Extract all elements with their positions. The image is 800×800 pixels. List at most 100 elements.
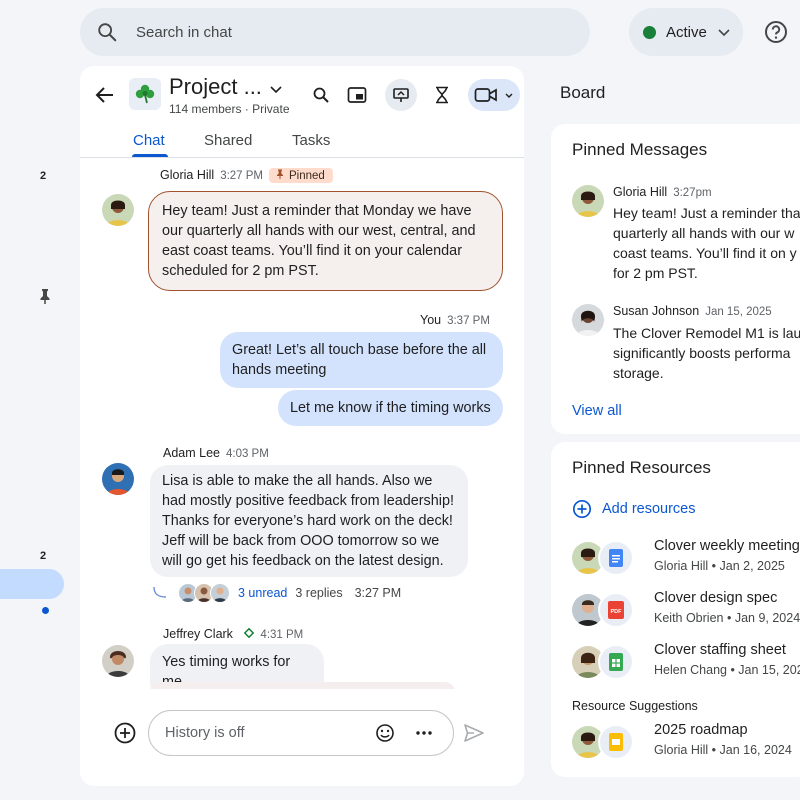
resource-meta: Gloria Hill • Jan 16, 2024 xyxy=(654,743,792,757)
message-header: Jeffrey Clark 4:31 PM xyxy=(163,627,303,641)
picture-in-picture-icon[interactable] xyxy=(344,82,370,108)
resource-item[interactable]: PDF Clover design spec Keith Obrien • Ja… xyxy=(572,590,800,630)
resource-item[interactable]: Clover staffing sheet Helen Chang • Jan … xyxy=(572,642,800,682)
docs-file-icon xyxy=(598,540,634,576)
pinned-message-header: Susan Johnson Jan 15, 2025 xyxy=(613,304,772,318)
rail-badge: 2 xyxy=(40,170,47,182)
author-name: Gloria Hill xyxy=(613,185,668,199)
section-heading: Pinned Messages xyxy=(572,140,708,159)
view-all-link[interactable]: View all xyxy=(572,403,622,419)
help-icon[interactable] xyxy=(762,18,790,46)
pinned-badge: Pinned xyxy=(269,168,333,183)
avatar xyxy=(572,304,604,336)
message-bubble[interactable]: Let me know if the timing works xyxy=(278,390,503,426)
add-circle-icon xyxy=(572,499,592,519)
pinned-message-header: Gloria Hill 3:27pm xyxy=(613,185,712,199)
resource-title: Clover staffing sheet xyxy=(654,642,786,658)
status-dot xyxy=(643,25,656,39)
resource-title: 2025 roadmap xyxy=(654,722,748,738)
svg-text:PDF: PDF xyxy=(611,609,623,615)
board-title: Board xyxy=(560,83,606,102)
add-resources-button[interactable]: Add resources xyxy=(572,499,696,519)
active-tab-indicator xyxy=(132,154,168,157)
resource-item[interactable]: Clover weekly meeting Gloria Hill • Jan … xyxy=(572,538,800,578)
message-input[interactable]: History is off xyxy=(148,710,454,756)
shamrock-logo xyxy=(129,78,161,110)
pin-icon[interactable] xyxy=(38,288,52,304)
chat-header: Project ... 114 members · Private xyxy=(80,66,524,126)
resource-title: Clover weekly meeting xyxy=(654,538,800,554)
diamond-icon xyxy=(244,627,255,639)
composer-placeholder: History is off xyxy=(165,725,245,741)
search-icon[interactable] xyxy=(308,82,334,108)
unread-dot xyxy=(42,607,49,614)
author-name: Jeffrey Clark xyxy=(163,627,233,641)
resource-meta: Helen Chang • Jan 15, 2024 xyxy=(654,663,800,677)
avatar xyxy=(210,583,230,603)
space-title[interactable]: Project ... xyxy=(169,74,262,100)
chevron-down-icon xyxy=(505,93,513,98)
chevron-down-icon[interactable] xyxy=(269,82,283,96)
reply-count: 3 replies xyxy=(295,586,343,600)
avatar[interactable] xyxy=(102,463,134,495)
rail-active-item[interactable] xyxy=(0,569,64,599)
hourglass-icon[interactable] xyxy=(429,82,455,108)
tab-chat[interactable]: Chat xyxy=(133,132,165,149)
status-dropdown[interactable]: Active xyxy=(629,8,743,56)
message-header: Gloria Hill 3:27 PM Pinned xyxy=(160,168,333,183)
pin-icon xyxy=(277,169,284,179)
search-bar[interactable]: Search in chat xyxy=(80,8,590,56)
timestamp: 4:03 PM xyxy=(225,448,269,460)
back-arrow-icon[interactable] xyxy=(94,84,116,106)
author-name: You xyxy=(420,313,442,327)
message-bubble[interactable]: Hey team! Just a reminder that Monday we… xyxy=(148,191,503,291)
message-bubble[interactable]: Lisa is able to make the all hands. Also… xyxy=(150,465,468,577)
add-resources-label: Add resources xyxy=(602,501,696,517)
chevron-down-icon xyxy=(718,29,730,37)
message-header: Adam Lee 4:03 PM xyxy=(163,446,269,460)
timestamp: 4:31 PM xyxy=(260,629,304,641)
section-heading: Pinned Resources xyxy=(572,458,711,477)
reply-curve-icon xyxy=(153,586,167,598)
timestamp: 3:37 PM xyxy=(447,315,490,327)
pinned-messages-card: Pinned Messages Gloria Hill 3:27pm Hey te… xyxy=(551,124,800,434)
add-icon[interactable] xyxy=(113,721,137,745)
send-icon[interactable] xyxy=(463,723,485,743)
message-bubble-partial xyxy=(150,682,455,689)
avatar[interactable] xyxy=(102,194,134,226)
author-name: Susan Johnson xyxy=(613,304,700,318)
unread-count[interactable]: 3 unread xyxy=(238,586,287,600)
pinned-message-text[interactable]: The Clover Remodel M1 is laun significan… xyxy=(613,323,800,383)
emoji-icon[interactable] xyxy=(375,723,395,743)
slides-file-icon xyxy=(598,724,634,760)
resource-meta: Gloria Hill • Jan 2, 2025 xyxy=(654,559,785,573)
tab-shared[interactable]: Shared xyxy=(204,132,252,149)
rail-badge: 2 xyxy=(40,550,47,562)
chat-panel: Project ... 114 members · Private Chat S… xyxy=(80,66,524,786)
present-icon[interactable] xyxy=(385,79,417,111)
resource-suggestion-item[interactable]: 2025 roadmap Gloria Hill • Jan 16, 2024 xyxy=(572,722,800,762)
timestamp: 3:27pm xyxy=(673,187,712,199)
author-name: Gloria Hill xyxy=(160,168,215,182)
thread-summary[interactable]: 3 unread 3 replies 3:27 PM xyxy=(152,583,401,603)
message-bubble[interactable]: Great! Let’s all touch base before the a… xyxy=(220,332,503,388)
space-subtitle: 114 members · Private xyxy=(169,102,290,116)
tab-tasks[interactable]: Tasks xyxy=(292,132,330,149)
more-horizontal-icon[interactable] xyxy=(414,723,434,743)
status-label: Active xyxy=(666,23,707,41)
thread-time: 3:27 PM xyxy=(354,586,402,600)
message-list: Gloria Hill 3:27 PM Pinned Hey team! Just … xyxy=(80,159,524,689)
pinned-message-text[interactable]: Hey team! Just a reminder tha quarterly … xyxy=(613,203,800,283)
video-icon xyxy=(474,88,497,102)
message-header: You 3:37 PM xyxy=(420,313,490,327)
video-call-button[interactable] xyxy=(468,79,520,111)
avatar xyxy=(572,185,604,217)
avatar[interactable] xyxy=(102,645,134,677)
timestamp: Jan 15, 2025 xyxy=(705,306,772,318)
timestamp: 3:27 PM xyxy=(220,170,264,182)
suggestions-heading: Resource Suggestions xyxy=(572,699,698,713)
search-placeholder: Search in chat xyxy=(136,23,232,41)
sheets-file-icon xyxy=(598,644,634,680)
resource-title: Clover design spec xyxy=(654,590,778,606)
author-name: Adam Lee xyxy=(163,446,220,460)
